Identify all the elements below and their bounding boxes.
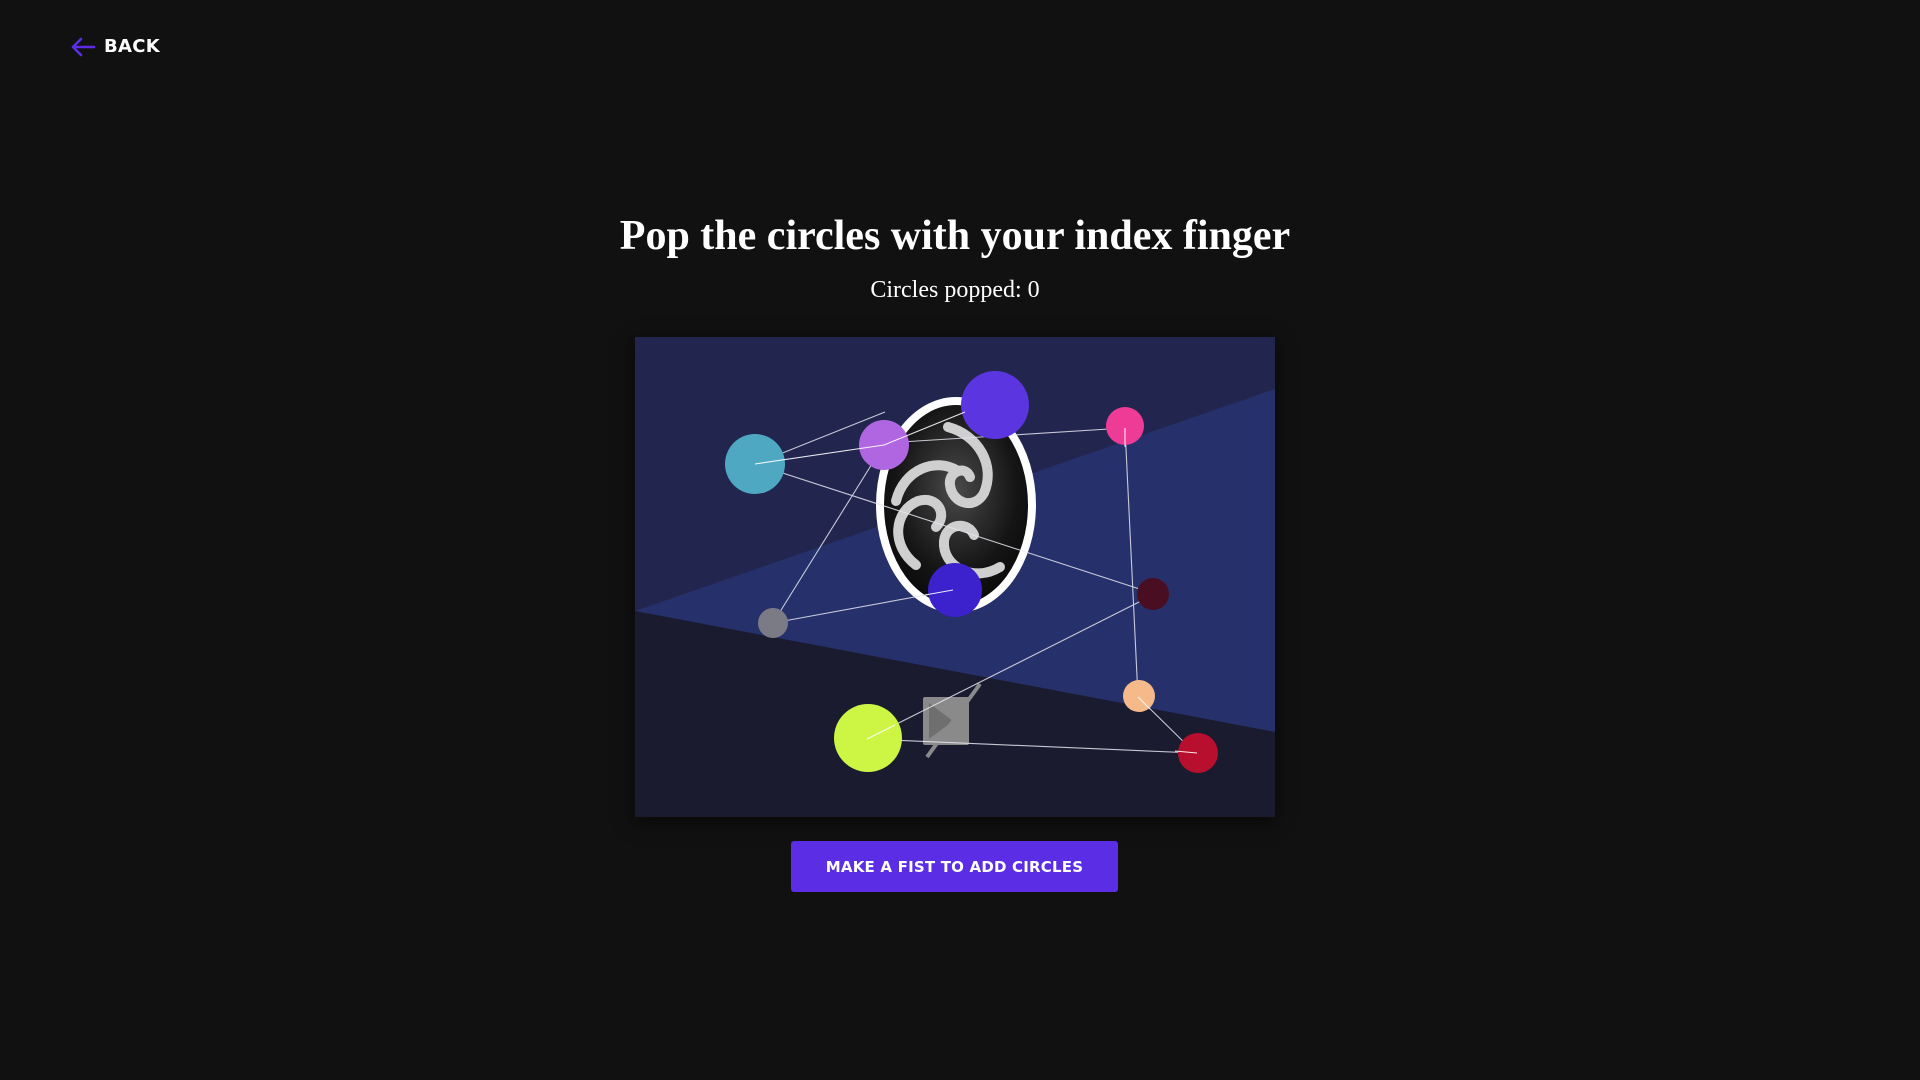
add-circles-button[interactable]: MAKE A FIST TO ADD CIRCLES xyxy=(791,841,1118,892)
hand-tracking-game-page: BACK Pop the circles with your index fin… xyxy=(0,0,1920,1080)
circle-crimson[interactable] xyxy=(1178,733,1218,773)
circles-popped-counter: Circles popped: 0 xyxy=(0,277,1910,304)
page-title: Pop the circles with your index finger xyxy=(619,213,1291,259)
circle-maroon[interactable] xyxy=(1137,578,1169,610)
circle-grey[interactable] xyxy=(758,608,788,638)
circle-peach[interactable] xyxy=(1123,680,1155,712)
back-button[interactable]: BACK xyxy=(62,30,168,63)
arrow-left-icon xyxy=(70,37,96,57)
counter-value: 0 xyxy=(1027,277,1040,303)
counter-label: Circles popped: xyxy=(870,277,1022,303)
circle-indigo[interactable] xyxy=(928,563,982,617)
back-label: BACK xyxy=(104,36,161,57)
game-canvas[interactable] xyxy=(635,337,1275,817)
circle-violet[interactable] xyxy=(961,371,1029,439)
game-canvas-svg xyxy=(635,337,1275,817)
